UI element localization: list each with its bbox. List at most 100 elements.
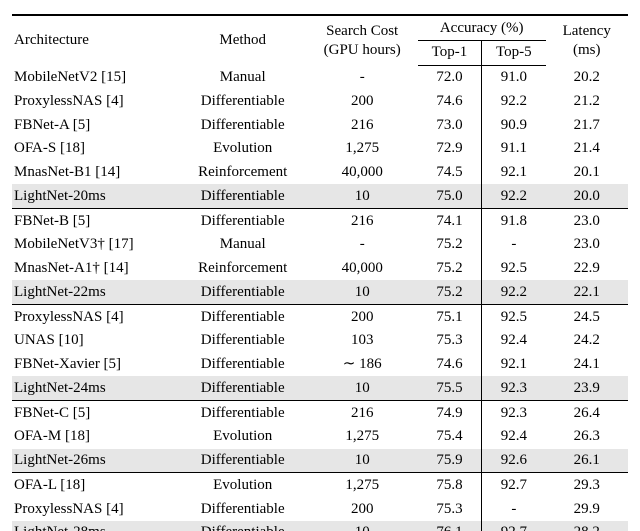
cell-latency: 21.7 (546, 113, 628, 137)
cell-top1: 74.5 (418, 161, 482, 185)
cell-latency: 23.9 (546, 376, 628, 400)
cell-method: Differentiable (179, 184, 307, 208)
table-row: FBNet-A [5]Differentiable21673.090.921.7 (12, 113, 628, 137)
cell-method: Manual (179, 65, 307, 89)
search-cost-line1: Search Cost (326, 23, 398, 39)
cell-architecture: FBNet-B [5] (12, 209, 179, 233)
cell-method: Differentiable (179, 209, 307, 233)
cell-search-cost: 10 (307, 449, 418, 473)
cell-top5: 92.4 (482, 425, 546, 449)
cell-architecture: LightNet-22ms (12, 280, 179, 304)
cell-top5: 91.1 (482, 137, 546, 161)
cell-architecture: MnasNet-B1 [14] (12, 161, 179, 185)
cell-top5: 92.2 (482, 89, 546, 113)
cell-architecture: FBNet-C [5] (12, 401, 179, 425)
cell-latency: 26.1 (546, 449, 628, 473)
col-accuracy: Accuracy (%) (418, 15, 546, 40)
cell-latency: 29.9 (546, 497, 628, 521)
cell-search-cost: 40,000 (307, 257, 418, 281)
table-row: LightNet-24msDifferentiable1075.592.323.… (12, 376, 628, 400)
cell-architecture: LightNet-28ms (12, 521, 179, 531)
cell-top5: 92.3 (482, 401, 546, 425)
cell-latency: 23.0 (546, 233, 628, 257)
cell-top1: 75.2 (418, 280, 482, 304)
cell-top1: 75.4 (418, 425, 482, 449)
cell-method: Differentiable (179, 113, 307, 137)
cell-top5: 91.0 (482, 65, 546, 89)
cell-top5: 92.7 (482, 473, 546, 497)
cell-search-cost: 1,275 (307, 137, 418, 161)
cell-top5: 92.2 (482, 280, 546, 304)
col-top5: Top-5 (482, 40, 546, 65)
cell-top5: 92.5 (482, 257, 546, 281)
cell-architecture: LightNet-26ms (12, 449, 179, 473)
table-row: OFA-L [18]Evolution1,27575.892.729.3 (12, 473, 628, 497)
cell-search-cost: 103 (307, 329, 418, 353)
cell-latency: 26.4 (546, 401, 628, 425)
cell-method: Evolution (179, 425, 307, 449)
search-cost-line2: (GPU hours) (324, 42, 401, 58)
cell-latency: 29.3 (546, 473, 628, 497)
cell-latency: 20.1 (546, 161, 628, 185)
cell-architecture: UNAS [10] (12, 329, 179, 353)
cell-top1: 74.6 (418, 89, 482, 113)
cell-latency: 20.0 (546, 184, 628, 208)
cell-search-cost: 1,275 (307, 425, 418, 449)
cell-top5: 92.5 (482, 305, 546, 329)
table-row: UNAS [10]Differentiable10375.392.424.2 (12, 329, 628, 353)
table-row: LightNet-20msDifferentiable1075.092.220.… (12, 184, 628, 208)
cell-latency: 21.4 (546, 137, 628, 161)
cell-latency: 20.2 (546, 65, 628, 89)
table-row: MnasNet-A1† [14]Reinforcement40,00075.29… (12, 257, 628, 281)
cell-method: Reinforcement (179, 257, 307, 281)
cell-latency: 24.5 (546, 305, 628, 329)
cell-method: Differentiable (179, 449, 307, 473)
cell-top5: 92.6 (482, 449, 546, 473)
table-row: LightNet-22msDifferentiable1075.292.222.… (12, 280, 628, 304)
cell-search-cost: 200 (307, 305, 418, 329)
cell-top5: 92.1 (482, 161, 546, 185)
cell-top1: 73.0 (418, 113, 482, 137)
cell-search-cost: 200 (307, 89, 418, 113)
table-row: MnasNet-B1 [14]Reinforcement40,00074.592… (12, 161, 628, 185)
cell-architecture: OFA-L [18] (12, 473, 179, 497)
table-row: FBNet-B [5]Differentiable21674.191.823.0 (12, 209, 628, 233)
cell-top1: 75.3 (418, 329, 482, 353)
cell-search-cost: 10 (307, 280, 418, 304)
cell-architecture: OFA-S [18] (12, 137, 179, 161)
cell-latency: 23.0 (546, 209, 628, 233)
table-row: OFA-S [18]Evolution1,27572.991.121.4 (12, 137, 628, 161)
table-row: ProxylessNAS [4]Differentiable20075.192.… (12, 305, 628, 329)
cell-architecture: FBNet-Xavier [5] (12, 353, 179, 377)
cell-top1: 72.0 (418, 65, 482, 89)
cell-search-cost: - (307, 233, 418, 257)
cell-top1: 75.0 (418, 184, 482, 208)
cell-method: Differentiable (179, 305, 307, 329)
cell-method: Differentiable (179, 329, 307, 353)
cell-method: Reinforcement (179, 161, 307, 185)
cell-architecture: ProxylessNAS [4] (12, 497, 179, 521)
cell-method: Differentiable (179, 280, 307, 304)
table-row: FBNet-Xavier [5]Differentiable∼ 18674.69… (12, 353, 628, 377)
cell-top1: 74.6 (418, 353, 482, 377)
cell-search-cost: ∼ 186 (307, 353, 418, 377)
latency-line2: (ms) (573, 42, 601, 58)
cell-architecture: LightNet-20ms (12, 184, 179, 208)
cell-method: Differentiable (179, 497, 307, 521)
cell-method: Differentiable (179, 401, 307, 425)
cell-architecture: FBNet-A [5] (12, 113, 179, 137)
cell-latency: 24.2 (546, 329, 628, 353)
cell-top5: 92.4 (482, 329, 546, 353)
cell-search-cost: 10 (307, 376, 418, 400)
cell-search-cost: 216 (307, 209, 418, 233)
cell-latency: 21.2 (546, 89, 628, 113)
cell-top1: 75.2 (418, 233, 482, 257)
cell-architecture: ProxylessNAS [4] (12, 89, 179, 113)
cell-search-cost: 10 (307, 521, 418, 531)
cell-search-cost: 216 (307, 401, 418, 425)
cell-top1: 75.5 (418, 376, 482, 400)
cell-latency: 26.3 (546, 425, 628, 449)
cell-search-cost: 216 (307, 113, 418, 137)
cell-top1: 75.1 (418, 305, 482, 329)
cell-top1: 74.9 (418, 401, 482, 425)
